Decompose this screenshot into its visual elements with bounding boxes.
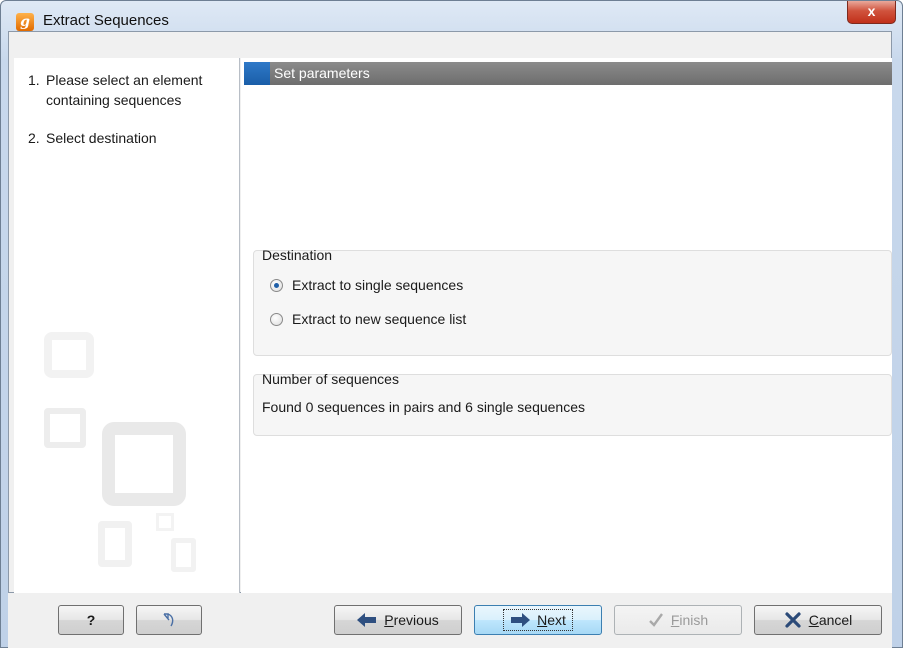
panel-header-title: Set parameters bbox=[274, 65, 370, 81]
radio-extract-list[interactable]: Extract to new sequence list bbox=[270, 311, 466, 327]
close-icon: x bbox=[867, 3, 876, 19]
step-label: Select destination bbox=[46, 130, 157, 146]
close-button[interactable]: x bbox=[847, 1, 896, 24]
reset-button[interactable] bbox=[136, 605, 202, 635]
radio-button-icon[interactable] bbox=[270, 312, 283, 326]
window-title: Extract Sequences bbox=[43, 12, 169, 29]
destination-group-title: Destination bbox=[262, 247, 333, 263]
step-label-continued: containing sequences bbox=[46, 92, 182, 108]
radio-button-checked-icon[interactable] bbox=[270, 278, 283, 292]
cancel-label: Cancel bbox=[808, 612, 853, 628]
radio-label[interactable]: Extract to new sequence list bbox=[292, 311, 466, 327]
arrow-left-icon bbox=[357, 613, 377, 627]
wizard-steps-panel: 1. Please select an element containing se… bbox=[14, 58, 240, 593]
step-item-select-destination: 2. Select destination bbox=[28, 128, 157, 148]
help-icon: ? bbox=[86, 612, 96, 628]
next-label: Next bbox=[537, 612, 566, 628]
next-button[interactable]: Next bbox=[474, 605, 602, 635]
sequence-count-text: Found 0 sequences in pairs and 6 single … bbox=[262, 399, 585, 415]
checkmark-icon bbox=[648, 613, 663, 627]
destination-group: Destination Extract to single sequences … bbox=[253, 247, 892, 356]
header-accent bbox=[244, 62, 270, 85]
radio-label[interactable]: Extract to single sequences bbox=[292, 277, 463, 293]
reset-arrow-icon bbox=[163, 613, 174, 627]
cancel-x-icon bbox=[785, 612, 801, 628]
finish-button[interactable]: Finish bbox=[614, 605, 742, 635]
radio-extract-single[interactable]: Extract to single sequences bbox=[270, 277, 463, 293]
step-label: Please select an element bbox=[46, 72, 203, 88]
step-item-select-element: 1. Please select an element containing se… bbox=[28, 70, 202, 110]
cancel-button[interactable]: Cancel bbox=[754, 605, 882, 635]
sequence-count-group: Number of sequences Found 0 sequences in… bbox=[253, 371, 892, 436]
previous-label: Previous bbox=[384, 612, 439, 628]
step-number: 1. bbox=[28, 72, 40, 88]
sequence-count-title: Number of sequences bbox=[262, 371, 399, 387]
help-button[interactable]: ? bbox=[58, 605, 124, 635]
step-number: 2. bbox=[28, 130, 40, 146]
app-logo-icon: g bbox=[16, 13, 34, 31]
finish-label: Finish bbox=[670, 612, 709, 628]
previous-button[interactable]: Previous bbox=[334, 605, 462, 635]
arrow-right-icon bbox=[511, 613, 531, 627]
